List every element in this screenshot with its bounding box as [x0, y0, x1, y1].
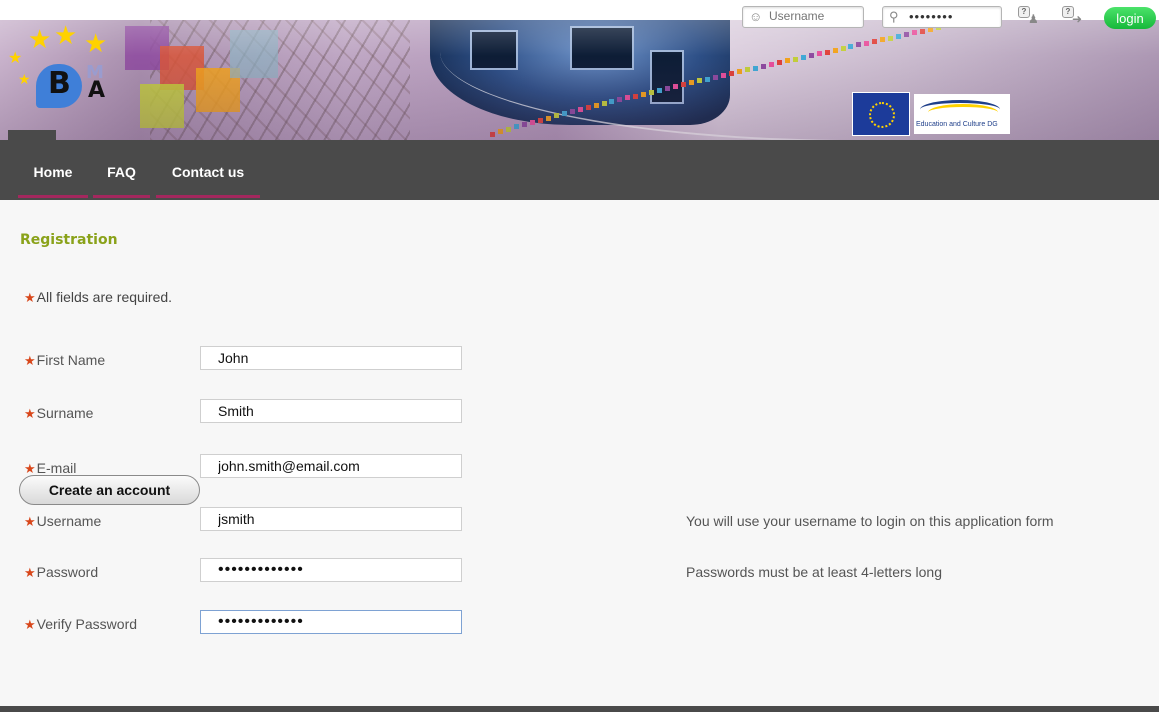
logo-star-icon: ★	[54, 20, 78, 50]
email-label-text: E-mail	[36, 460, 77, 476]
logo-star-icon: ★	[18, 71, 31, 87]
required-star-icon: ★	[24, 514, 36, 529]
logo-star-icon: ★	[84, 28, 108, 58]
surname-label: ★Surname	[24, 405, 93, 422]
username-label-text: Username	[36, 513, 102, 529]
registration-page: Registration ★All fields are required. ★…	[0, 200, 1159, 706]
username-help-icon[interactable]: ? ♟	[1018, 6, 1039, 26]
login-bar: ☺ ⚲ ?♟ ?➜ login	[742, 6, 1159, 30]
email-field[interactable]	[200, 454, 462, 478]
main-nav: Home FAQ Contact us	[0, 140, 1159, 200]
username-label: ★Username	[24, 513, 101, 530]
login-username-field[interactable]: ☺	[742, 6, 864, 28]
required-star-icon: ★	[24, 353, 36, 368]
nav-item-faq[interactable]: FAQ	[93, 140, 150, 200]
password-help-icon[interactable]: ? ➜	[1062, 6, 1082, 26]
education-culture-dg-logo: Education and Culture DG	[914, 94, 1010, 134]
nav-underline	[18, 195, 88, 198]
nav-item-label: Home	[33, 164, 73, 180]
footer-bar	[0, 706, 1159, 712]
eac-swoosh	[928, 104, 998, 121]
bma-logo: ★ ★ ★ ★ ★ B M A	[8, 22, 123, 131]
surname-label-text: Surname	[36, 405, 94, 421]
form-row-verify-password: ★Verify Password	[0, 610, 1159, 640]
nav-item-label: Contact us	[171, 164, 245, 180]
password-field[interactable]	[200, 558, 462, 582]
eac-logo-text: Education and Culture DG	[916, 121, 998, 128]
banner-tab-stub	[8, 130, 56, 140]
login-button[interactable]: login	[1104, 7, 1156, 29]
nav-underline	[156, 195, 260, 198]
key-icon: ➜	[1072, 12, 1083, 26]
required-star-icon: ★	[24, 290, 36, 305]
eu-flag-icon	[852, 92, 910, 136]
nav-underline	[93, 195, 150, 198]
logo-star-icon: ★	[28, 24, 52, 54]
password-label-text: Password	[36, 564, 99, 580]
required-note: ★All fields are required.	[24, 289, 172, 306]
username-field[interactable]	[200, 507, 462, 531]
required-star-icon: ★	[24, 461, 36, 476]
person-icon: ♟	[1028, 12, 1039, 26]
form-row-password: ★Password Passwords must be at least 4-l…	[0, 558, 1159, 588]
surname-field[interactable]	[200, 399, 462, 423]
password-label: ★Password	[24, 564, 98, 581]
nav-item-contact-us[interactable]: Contact us	[156, 140, 260, 200]
login-username-input[interactable]	[769, 8, 849, 24]
first-name-label: ★First Name	[24, 352, 105, 369]
required-note-text: All fields are required.	[36, 289, 173, 305]
logo-letter-a: A	[88, 78, 106, 103]
logo-letter-b: B	[48, 66, 71, 101]
login-password-input[interactable]	[909, 8, 989, 24]
form-row-surname: ★Surname	[0, 399, 1159, 429]
login-password-field[interactable]: ⚲	[882, 6, 1002, 28]
form-row-first-name: ★First Name	[0, 346, 1159, 376]
verify-password-label-text: Verify Password	[36, 616, 138, 632]
first-name-label-text: First Name	[36, 352, 106, 368]
form-row-username: ★Username You will use your username to …	[0, 507, 1159, 537]
create-account-button[interactable]: Create an account	[19, 475, 200, 505]
verify-password-label: ★Verify Password	[24, 616, 137, 633]
page-title: Registration	[20, 232, 118, 248]
user-icon: ☺	[749, 9, 763, 24]
password-hint: Passwords must be at least 4-letters lon…	[686, 564, 943, 580]
eu-star-ring	[869, 102, 895, 128]
key-icon: ⚲	[889, 9, 899, 24]
first-name-field[interactable]	[200, 346, 462, 370]
username-hint: You will use your username to login on t…	[686, 513, 1054, 529]
eu-logos: Education and Culture DG	[852, 92, 1012, 136]
verify-password-field[interactable]	[200, 610, 462, 634]
required-star-icon: ★	[24, 617, 36, 632]
required-star-icon: ★	[24, 565, 36, 580]
nav-item-home[interactable]: Home	[18, 140, 88, 200]
required-star-icon: ★	[24, 406, 36, 421]
nav-item-label: FAQ	[107, 164, 136, 180]
